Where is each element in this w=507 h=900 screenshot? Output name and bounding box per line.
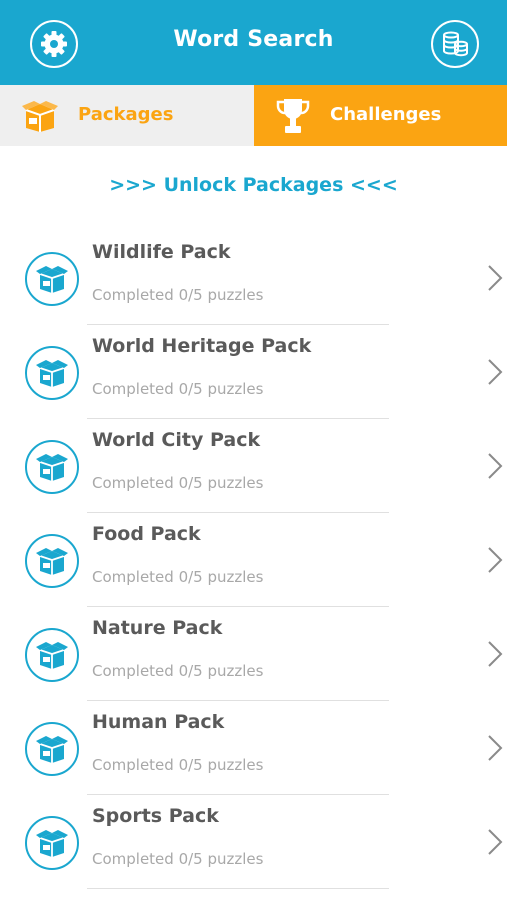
package-box-icon: [25, 722, 79, 776]
package-list-item[interactable]: Human Pack Completed 0/5 puzzles: [0, 701, 507, 795]
package-name: World Heritage Pack: [92, 335, 312, 357]
package-list-item[interactable]: Sports Pack Completed 0/5 puzzles: [0, 795, 507, 889]
package-list: Wildlife Pack Completed 0/5 puzzles Worl…: [0, 231, 507, 889]
package-name: Human Pack: [92, 711, 225, 733]
package-box-icon: [25, 628, 79, 682]
coins-stack-icon: [443, 31, 468, 57]
package-progress: Completed 0/5 puzzles: [92, 286, 264, 304]
package-list-item[interactable]: Nature Pack Completed 0/5 puzzles: [0, 607, 507, 701]
chevron-right-icon: [488, 265, 503, 291]
package-box-icon: [25, 252, 79, 306]
package-list-item[interactable]: World Heritage Pack Completed 0/5 puzzle…: [0, 325, 507, 419]
package-progress: Completed 0/5 puzzles: [92, 568, 264, 586]
package-list-item[interactable]: World City Pack Completed 0/5 puzzles: [0, 419, 507, 513]
package-progress: Completed 0/5 puzzles: [92, 662, 264, 680]
chevron-right-icon: [488, 547, 503, 573]
package-box-icon: [25, 534, 79, 588]
package-name: Nature Pack: [92, 617, 223, 639]
package-name: Wildlife Pack: [92, 241, 231, 263]
chevron-right-icon: [488, 453, 503, 479]
chevron-right-icon: [488, 829, 503, 855]
package-list-item[interactable]: Food Pack Completed 0/5 puzzles: [0, 513, 507, 607]
package-name: Food Pack: [92, 523, 201, 545]
package-box-icon: [20, 98, 60, 134]
package-box-icon: [25, 440, 79, 494]
package-name: Sports Pack: [92, 805, 219, 827]
package-box-icon: [25, 816, 79, 870]
chevron-right-icon: [488, 641, 503, 667]
chevron-right-icon: [488, 735, 503, 761]
chevron-right-icon: [488, 359, 503, 385]
package-list-item[interactable]: Wildlife Pack Completed 0/5 puzzles: [0, 231, 507, 325]
package-box-icon: [25, 346, 79, 400]
coins-button[interactable]: [431, 20, 479, 68]
package-name: World City Pack: [92, 429, 261, 451]
package-progress: Completed 0/5 puzzles: [92, 756, 264, 774]
trophy-icon: [276, 96, 310, 136]
list-divider: [87, 888, 389, 889]
unlock-packages-link[interactable]: >>> Unlock Packages <<<: [0, 174, 507, 196]
tab-challenges[interactable]: Challenges: [254, 85, 507, 146]
app-header: Word Search: [0, 0, 507, 85]
package-progress: Completed 0/5 puzzles: [92, 380, 264, 398]
tab-challenges-label: Challenges: [330, 104, 442, 125]
tab-bar: Packages Challenges: [0, 85, 507, 146]
tab-packages[interactable]: Packages: [0, 85, 254, 146]
package-progress: Completed 0/5 puzzles: [92, 474, 264, 492]
tab-packages-label: Packages: [78, 104, 174, 125]
package-progress: Completed 0/5 puzzles: [92, 850, 264, 868]
